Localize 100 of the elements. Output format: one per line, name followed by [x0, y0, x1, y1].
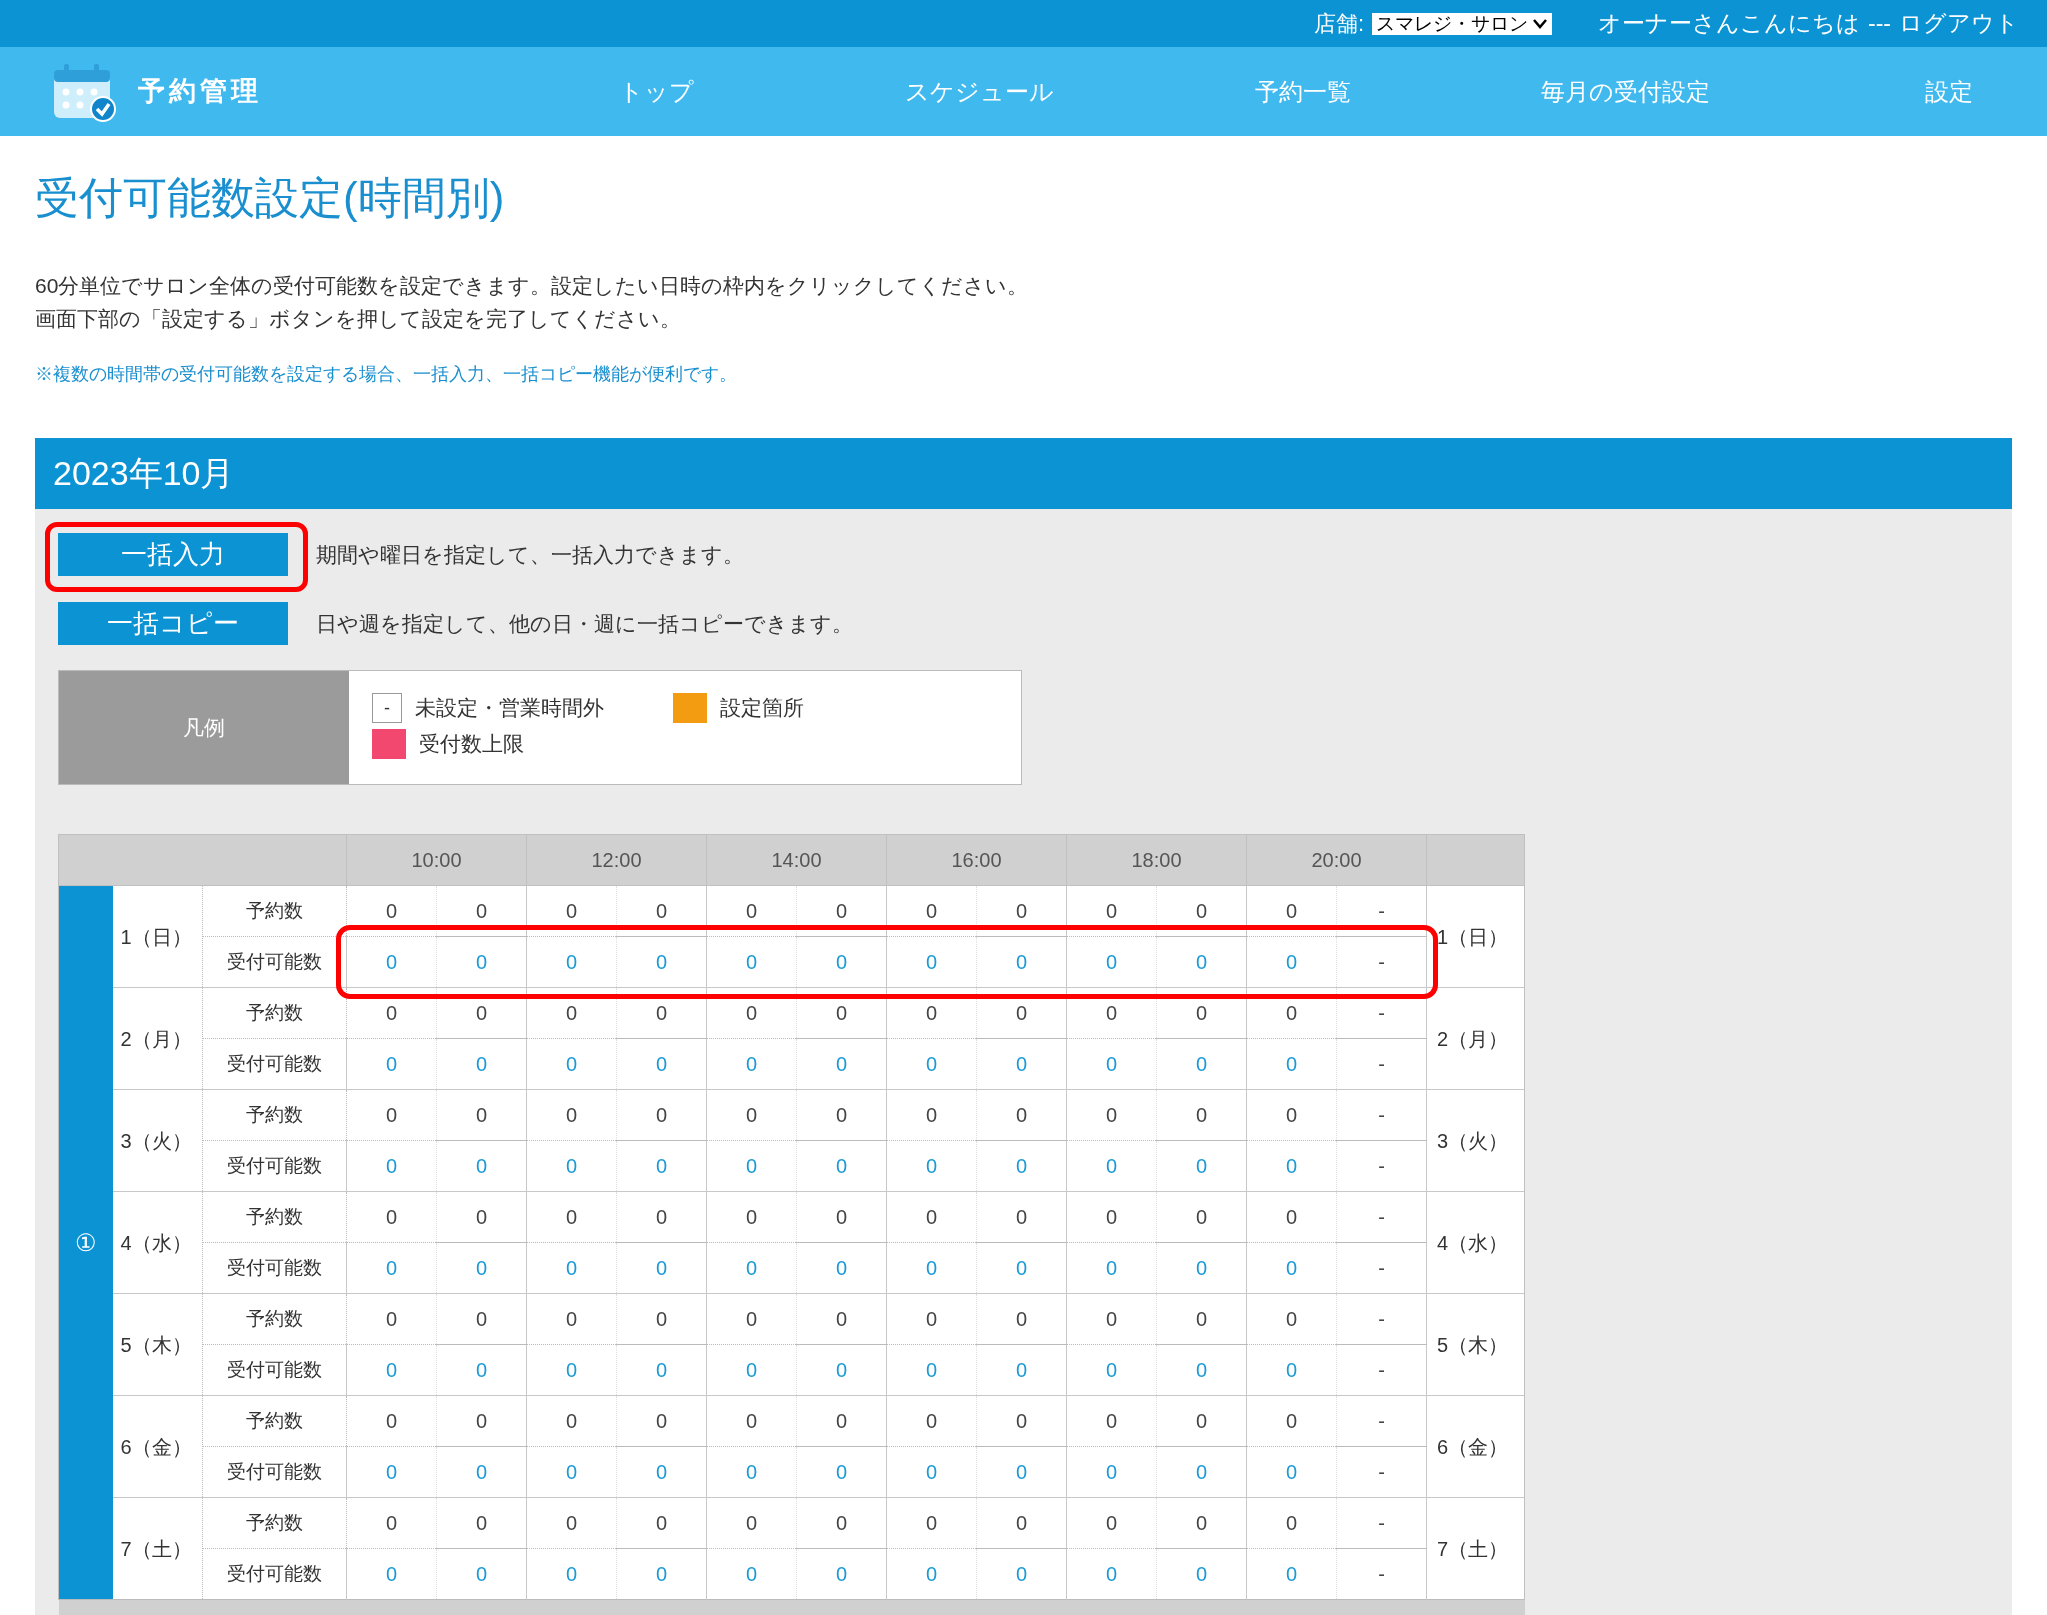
capacity-cell[interactable]: 0 — [526, 936, 617, 988]
capacity-cell[interactable]: 0 — [346, 936, 437, 988]
capacity-cell[interactable]: 0 — [1246, 1140, 1337, 1192]
table-cell: 0 — [1066, 1293, 1157, 1345]
capacity-cell[interactable]: 0 — [976, 1446, 1067, 1498]
capacity-cell[interactable]: 0 — [796, 1140, 887, 1192]
store-label: 店舗: — [1313, 10, 1364, 38]
capacity-cell[interactable]: 0 — [346, 1038, 437, 1090]
action-description: 日や週を指定して、他の日・週に一括コピーできます。 — [316, 610, 853, 637]
capacity-cell[interactable]: 0 — [1066, 1344, 1157, 1396]
table-cell: 0 — [1156, 1191, 1247, 1243]
nav-link[interactable]: 予約一覧 — [1141, 73, 1464, 110]
capacity-cell[interactable]: 0 — [706, 1446, 797, 1498]
capacity-cell[interactable]: 0 — [346, 1446, 437, 1498]
nav-link[interactable]: 設定 — [1787, 73, 2047, 110]
capacity-cell[interactable]: 0 — [886, 1242, 977, 1294]
capacity-cell[interactable]: 0 — [1156, 1446, 1247, 1498]
capacity-cell[interactable]: 0 — [346, 1140, 437, 1192]
capacity-cell[interactable]: 0 — [1246, 1344, 1337, 1396]
capacity-cell[interactable]: 0 — [436, 936, 527, 988]
capacity-cell[interactable]: 0 — [526, 1038, 617, 1090]
nav-link[interactable]: 毎月の受付設定 — [1464, 73, 1787, 110]
capacity-cell[interactable]: 0 — [706, 1242, 797, 1294]
capacity-cell[interactable]: 0 — [886, 1140, 977, 1192]
capacity-cell[interactable]: 0 — [616, 1140, 707, 1192]
capacity-cell[interactable]: 0 — [616, 1242, 707, 1294]
row-label: 受付可能数 — [202, 1344, 347, 1396]
capacity-cell[interactable]: 0 — [796, 1446, 887, 1498]
capacity-cell[interactable]: 0 — [1156, 1242, 1247, 1294]
capacity-cell[interactable]: 0 — [1066, 936, 1157, 988]
capacity-cell[interactable]: 0 — [706, 936, 797, 988]
table-cell: 0 — [1246, 1191, 1337, 1243]
bulk-action-button[interactable]: 一括コピー — [58, 602, 288, 645]
capacity-cell[interactable]: 0 — [1246, 1242, 1337, 1294]
capacity-cell[interactable]: 0 — [976, 1140, 1067, 1192]
capacity-cell[interactable]: 0 — [976, 936, 1067, 988]
capacity-cell[interactable]: 0 — [796, 1242, 887, 1294]
capacity-cell[interactable]: 0 — [1156, 936, 1247, 988]
table-cell: 0 — [616, 1293, 707, 1345]
capacity-cell[interactable]: 0 — [1246, 1038, 1337, 1090]
table-cell: 0 — [706, 1089, 797, 1141]
table-cell: - — [1336, 936, 1427, 988]
legend-label: 受付数上限 — [419, 731, 524, 758]
table-cell: 0 — [1246, 1497, 1337, 1549]
capacity-cell[interactable]: 0 — [886, 1344, 977, 1396]
capacity-cell[interactable]: 0 — [436, 1140, 527, 1192]
capacity-cell[interactable]: 0 — [526, 1344, 617, 1396]
legend-marker: - — [372, 693, 402, 723]
capacity-cell[interactable]: 0 — [616, 1344, 707, 1396]
capacity-cell[interactable]: 0 — [1066, 1242, 1157, 1294]
capacity-cell[interactable]: 0 — [616, 1038, 707, 1090]
capacity-cell[interactable]: 0 — [976, 1344, 1067, 1396]
capacity-cell[interactable]: 0 — [346, 1344, 437, 1396]
note-text: ※複数の時間帯の受付可能数を設定する場合、一括入力、一括コピー機能が便利です。 — [35, 363, 738, 386]
capacity-cell[interactable]: 0 — [1066, 1446, 1157, 1498]
capacity-cell[interactable]: 0 — [1156, 1140, 1247, 1192]
table-cell: 0 — [616, 885, 707, 937]
capacity-cell[interactable]: 0 — [436, 1344, 527, 1396]
capacity-cell[interactable]: 0 — [526, 1140, 617, 1192]
row-label: 受付可能数 — [202, 1038, 347, 1090]
table-cell: 0 — [976, 987, 1067, 1039]
nav-link[interactable]: スケジュール — [818, 73, 1141, 110]
capacity-cell[interactable]: 0 — [346, 1242, 437, 1294]
capacity-cell[interactable]: 0 — [1066, 1038, 1157, 1090]
capacity-cell[interactable]: 0 — [1246, 1446, 1337, 1498]
capacity-cell[interactable]: 0 — [706, 1344, 797, 1396]
capacity-cell[interactable]: 0 — [1246, 936, 1337, 988]
capacity-cell[interactable]: 0 — [796, 1038, 887, 1090]
capacity-cell[interactable]: 0 — [616, 936, 707, 988]
logout-link[interactable]: ログアウト — [1899, 6, 2019, 41]
capacity-cell[interactable]: 0 — [796, 936, 887, 988]
table-cell: 0 — [436, 1395, 527, 1447]
capacity-cell[interactable]: 0 — [436, 1038, 527, 1090]
capacity-cell[interactable]: 0 — [976, 1242, 1067, 1294]
table-cell: 0 — [616, 1191, 707, 1243]
capacity-cell[interactable]: 0 — [976, 1038, 1067, 1090]
capacity-cell[interactable]: 0 — [886, 936, 977, 988]
capacity-cell[interactable]: 0 — [1066, 1140, 1157, 1192]
capacity-cell[interactable]: 0 — [436, 1242, 527, 1294]
capacity-cell[interactable]: 0 — [886, 1446, 977, 1498]
bulk-action-button[interactable]: 一括入力 — [58, 533, 288, 576]
capacity-cell[interactable]: 0 — [1156, 1038, 1247, 1090]
table-cell: 0 — [436, 885, 527, 937]
capacity-cell[interactable]: 0 — [526, 1242, 617, 1294]
capacity-cell[interactable]: 0 — [886, 1038, 977, 1090]
capacity-cell[interactable]: 0 — [706, 1038, 797, 1090]
store-select[interactable]: スマレジ・サロン — [1372, 12, 1552, 35]
nav-link[interactable]: トップ — [495, 73, 818, 110]
capacity-cell[interactable]: 0 — [796, 1344, 887, 1396]
table-cell: 0 — [1066, 1191, 1157, 1243]
capacity-cell[interactable]: 0 — [616, 1446, 707, 1498]
legend-label: 未設定・営業時間外 — [415, 695, 604, 722]
capacity-cell[interactable]: 0 — [526, 1446, 617, 1498]
capacity-cell[interactable]: 0 — [436, 1446, 527, 1498]
capacity-cell[interactable]: 0 — [706, 1140, 797, 1192]
calendar-check-icon — [52, 61, 118, 122]
page-title: 受付可能数設定(時間別) — [35, 172, 506, 224]
table-cell: 0 — [616, 1395, 707, 1447]
table-cell: 0 — [526, 987, 617, 1039]
capacity-cell[interactable]: 0 — [1156, 1344, 1247, 1396]
